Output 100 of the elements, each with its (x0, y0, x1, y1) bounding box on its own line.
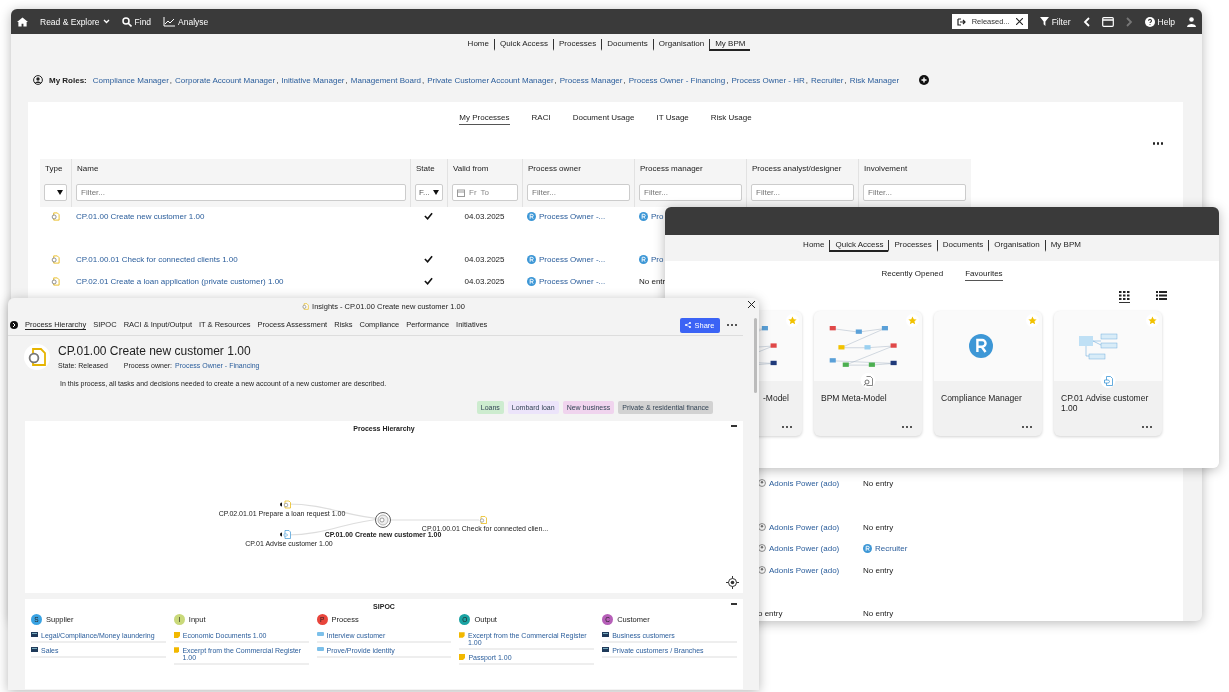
process-icon (51, 277, 60, 286)
separator-text: , (623, 75, 626, 85)
role-link[interactable]: Process Owner -... (539, 255, 606, 264)
favourite-card[interactable]: Compliance Manager (934, 311, 1042, 436)
nav-tab[interactable]: My BPM (709, 39, 751, 51)
role-link[interactable]: Corporate Account Manager (175, 75, 276, 85)
process-node-icon (375, 512, 391, 528)
role-link[interactable]: Process Owner - Financing (628, 75, 726, 85)
grid-view-button[interactable] (1119, 291, 1130, 303)
close-button[interactable] (748, 301, 755, 308)
favourite-card[interactable]: CP.01 Advise customer 1.00 (1054, 311, 1162, 436)
caret-icon (433, 190, 439, 195)
role-link[interactable]: Risk Manager (849, 75, 900, 85)
roles-label: My Roles: (49, 75, 87, 85)
nav-tab[interactable]: Processes (552, 39, 602, 51)
filter-field[interactable]: Filter... (751, 184, 854, 201)
process-icon (27, 347, 47, 367)
role-link[interactable]: Process Owner -... (539, 212, 606, 221)
role-link[interactable]: Pro (651, 255, 664, 264)
nav-tab[interactable]: Organisation (652, 39, 710, 51)
role-link[interactable]: Initiative Manager (281, 75, 345, 85)
nav-tab[interactable]: Documents (936, 240, 989, 252)
role-link[interactable]: Private Customer Account Manager (427, 75, 554, 85)
person-link[interactable]: Adonis Power (ado) (769, 566, 840, 575)
role-link[interactable]: Process Owner - HR (731, 75, 805, 85)
filter-field[interactable]: Filter... (863, 184, 966, 201)
role-link[interactable]: Recruiter (875, 544, 908, 553)
separator-text: , (169, 75, 173, 85)
document-icon (173, 632, 180, 638)
document-icon (173, 647, 180, 653)
toolbar-button[interactable]: Filter (1039, 16, 1071, 27)
locate-button[interactable] (726, 576, 739, 589)
home-icon (17, 16, 28, 27)
cell-text: No entr (639, 277, 666, 286)
model-search-icon (860, 373, 876, 388)
favourite-card[interactable]: BPM Meta-Model (814, 311, 922, 436)
card-title: Compliance Manager (941, 393, 1023, 403)
person-icon (758, 523, 766, 531)
role-icon (527, 212, 536, 221)
task-icon (316, 647, 324, 651)
nav-tab[interactable]: Home (462, 39, 494, 51)
state-filter-dropdown[interactable]: F... (415, 184, 443, 201)
person-link[interactable]: Adonis Power (ado) (769, 479, 840, 488)
date-filter-field[interactable]: Fr To (452, 184, 518, 201)
toolbar-button[interactable]: Read & Explore (40, 16, 110, 27)
nav-tab[interactable]: Organisation (988, 240, 1045, 252)
caret-icon (57, 190, 63, 195)
user-circle-icon (33, 75, 43, 85)
person-link[interactable]: Adonis Power (ado) (769, 544, 840, 553)
user-icon (1187, 16, 1196, 27)
process-link[interactable]: CP.02.01 Create a loan application (private customer) 1.00 (76, 277, 284, 286)
more-button[interactable] (1152, 142, 1163, 145)
role-link[interactable]: Compliance Manager (92, 75, 169, 85)
role-icon (863, 544, 872, 553)
nav-tab[interactable]: Quick Access (829, 240, 889, 252)
nav-tab[interactable]: Processes (888, 240, 937, 252)
nav-tab[interactable]: Quick Access (493, 39, 553, 51)
card-title: CP.01 Advise customer 1.00 (1061, 393, 1150, 413)
type-filter-dropdown[interactable] (44, 184, 67, 201)
user-button[interactable] (1187, 16, 1196, 27)
nav-tab[interactable]: Documents (601, 39, 653, 51)
role-link[interactable]: Recruiter (811, 75, 844, 85)
checkmark-icon (424, 277, 433, 285)
nav-tab[interactable]: My BPM (1044, 240, 1086, 252)
person-link[interactable]: Adonis Power (ado) (769, 523, 840, 532)
tab[interactable]: Favourites (965, 269, 1003, 281)
tab[interactable]: Risk Usage (710, 113, 752, 125)
home-button[interactable] (17, 16, 28, 27)
filter-field[interactable]: Filter... (76, 184, 406, 201)
role-link[interactable]: Management Board (350, 75, 422, 85)
toolbar-button[interactable]: Analyse (163, 16, 209, 27)
separator-text: , (276, 75, 279, 85)
toolbar-button[interactable]: Help (1144, 16, 1175, 27)
organisation-icon (31, 632, 38, 637)
process-link[interactable]: CP.01.00 Create new customer 1.00 (76, 212, 205, 221)
window-button[interactable] (1101, 16, 1114, 27)
share-icon (685, 322, 692, 328)
document-icon (459, 632, 466, 638)
tab[interactable]: RACI (531, 113, 551, 125)
role-icon (639, 255, 648, 264)
nav-tab[interactable]: Home (798, 240, 830, 252)
role-link[interactable]: Process Manager (559, 75, 623, 85)
toolbar-button[interactable]: Find (121, 16, 152, 27)
filter-field[interactable]: Filter... (639, 184, 742, 201)
role-link[interactable]: Pro (651, 212, 664, 221)
window-icon (1101, 16, 1114, 27)
document-icon (459, 654, 466, 660)
cell-text: No entry (863, 566, 894, 575)
filter-field[interactable]: Filter... (527, 184, 630, 201)
cell-text: No entry (863, 523, 894, 532)
close-button[interactable] (1015, 18, 1023, 25)
process-link[interactable]: CP.01.00.01 Check for connected clients 1.00 (76, 255, 238, 264)
list-view-button[interactable] (1156, 291, 1167, 303)
tab[interactable]: Recently Opened (881, 269, 944, 281)
process-icon (51, 255, 60, 264)
tab[interactable]: IT Usage (656, 113, 689, 125)
back-button[interactable] (1082, 16, 1090, 27)
tab[interactable]: Document Usage (572, 113, 635, 125)
tab[interactable]: My Processes (459, 113, 510, 125)
role-link[interactable]: Process Owner -... (539, 277, 606, 286)
